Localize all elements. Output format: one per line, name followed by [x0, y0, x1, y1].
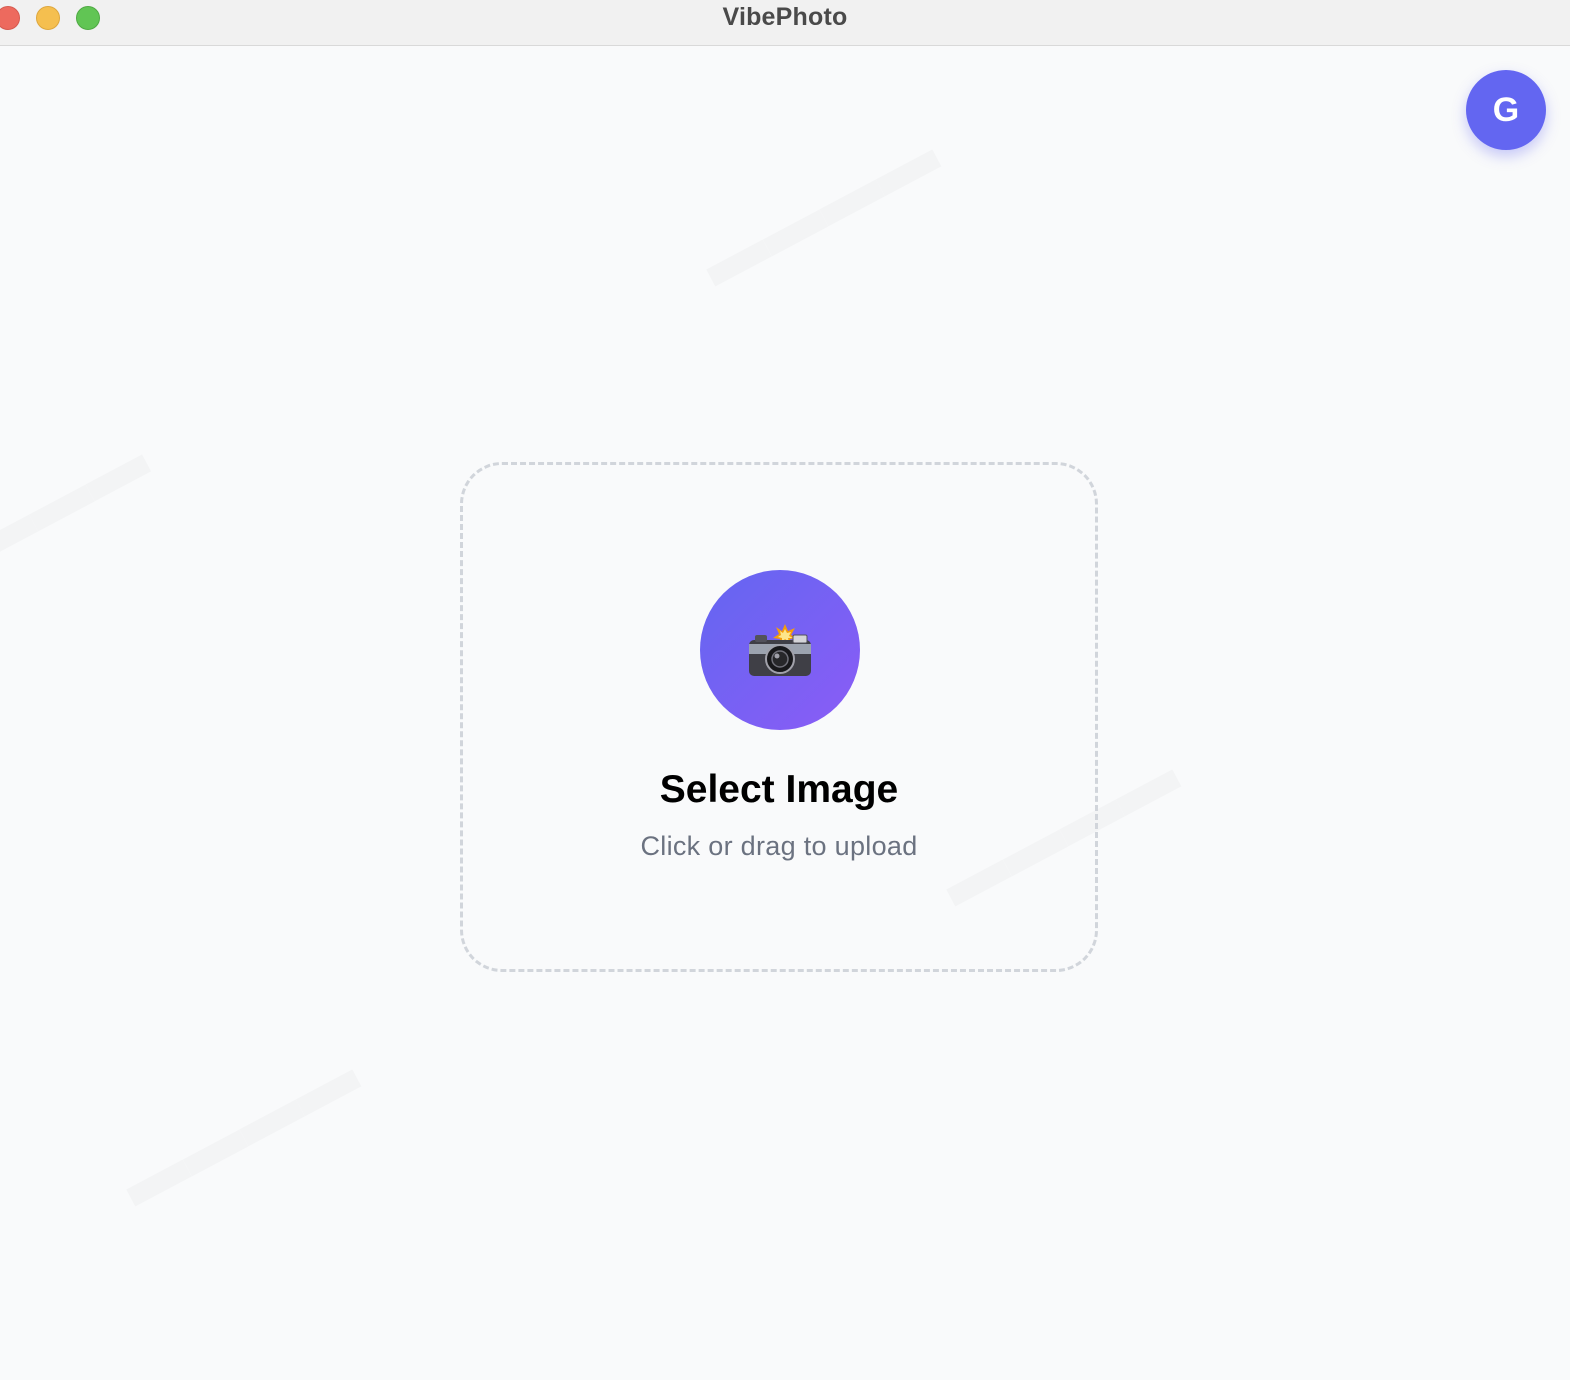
watermark: ▬▬▬▬ — [108, 1034, 369, 1220]
watermark: ▬▬▬▬ — [688, 114, 949, 300]
title-bar: VibePhoto — [0, 0, 1570, 46]
watermark: ▬▬▬ — [0, 419, 158, 574]
upload-icon-circle — [700, 570, 860, 730]
camera-flash-icon — [749, 624, 811, 676]
user-avatar-button[interactable]: G — [1466, 70, 1546, 150]
app-window: VibePhoto ▬▬▬▬ ▬▬▬ ▬▬▬▬ ▬▬▬▬ G Sel — [0, 0, 1570, 1380]
avatar-initial: G — [1492, 90, 1520, 129]
upload-subtitle: Click or drag to upload — [640, 831, 918, 861]
image-upload-dropzone[interactable]: Select Image Click or drag to upload — [460, 462, 1098, 972]
upload-title: Select Image — [659, 768, 899, 811]
window-title: VibePhoto — [722, 3, 848, 31]
